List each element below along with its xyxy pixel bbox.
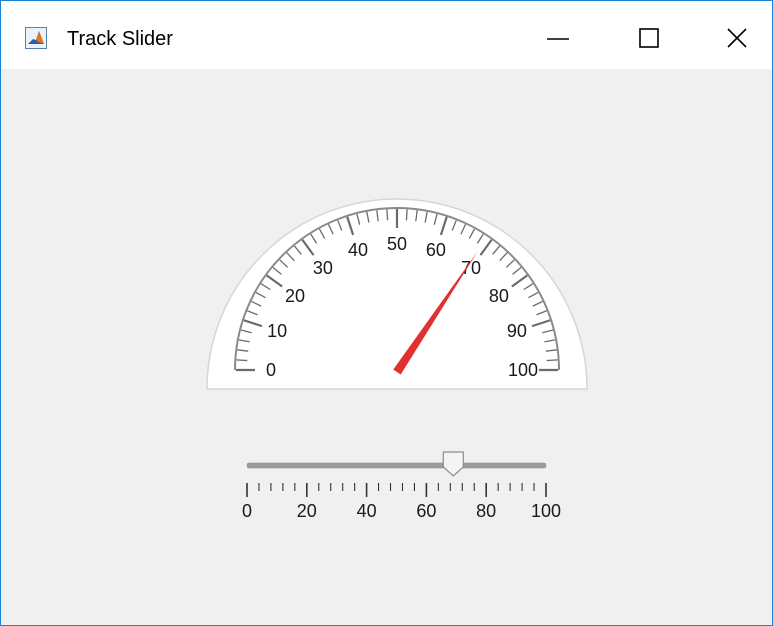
slider-tick-label: 100 xyxy=(531,501,561,521)
minimize-button[interactable] xyxy=(535,15,581,61)
matlab-app-icon xyxy=(25,27,47,49)
title-bar[interactable]: Track Slider xyxy=(1,1,772,69)
slider-track[interactable] xyxy=(246,462,547,469)
figure-content: 0 10 20 30 40 50 60 70 80 90 100 0 20 40 60 80 100 xyxy=(1,69,772,625)
app-window: Track Slider 0 10 20 30 40 50 60 70 80 90 100 xyxy=(0,0,773,626)
close-button[interactable] xyxy=(715,15,761,61)
slider-tick-label: 80 xyxy=(476,501,496,521)
slider-tick-label: 20 xyxy=(297,501,317,521)
slider-thumb[interactable] xyxy=(442,451,464,477)
window-title: Track Slider xyxy=(67,28,173,50)
maximize-icon xyxy=(639,28,659,48)
minimize-icon xyxy=(547,38,569,40)
slider[interactable]: 0 20 40 60 80 100 xyxy=(1,69,772,625)
maximize-button[interactable] xyxy=(626,15,672,61)
slider-tick-label: 40 xyxy=(357,501,377,521)
slider-tick-label: 0 xyxy=(242,501,252,521)
close-icon xyxy=(727,28,747,48)
slider-tick-label: 60 xyxy=(416,501,436,521)
